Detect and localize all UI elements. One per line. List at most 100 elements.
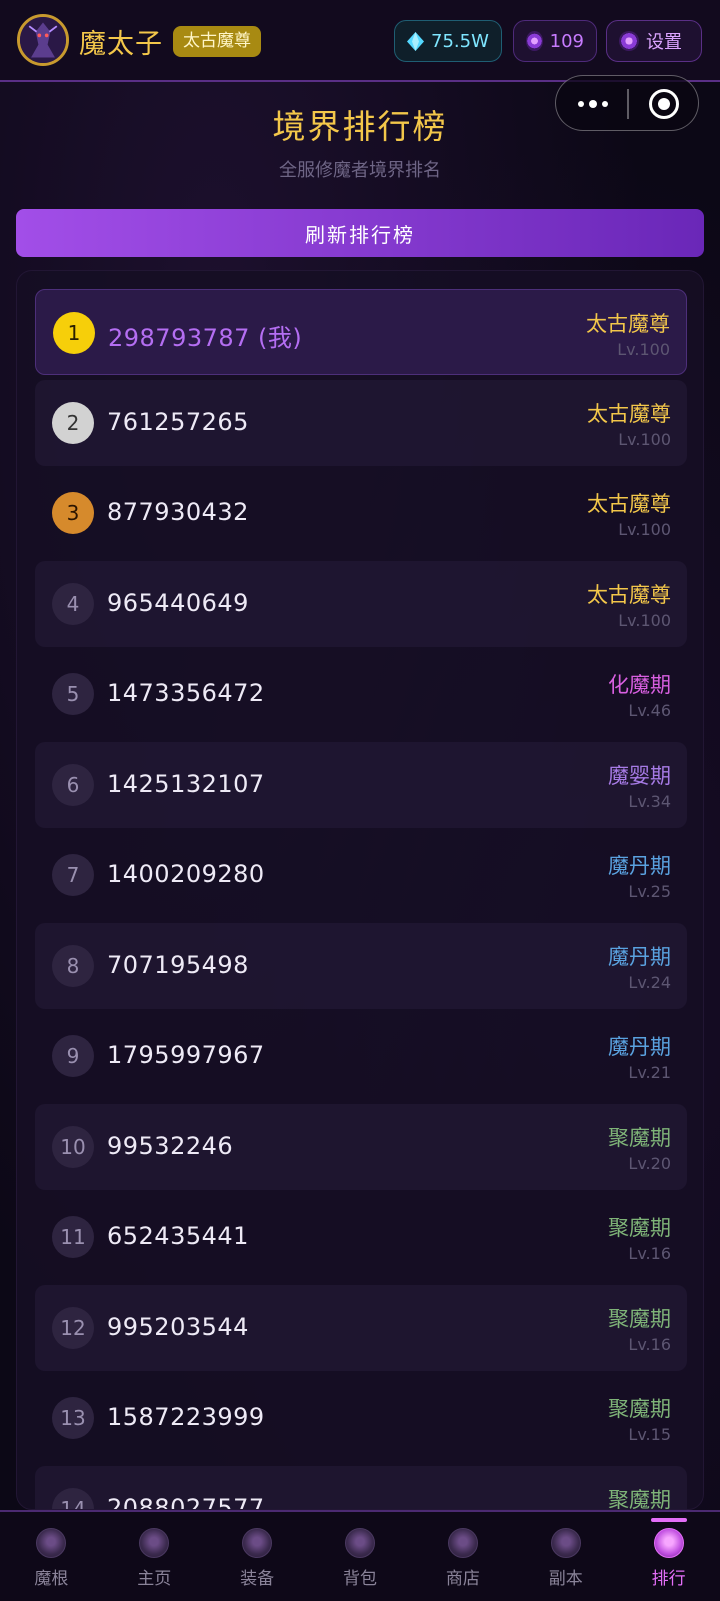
nav-item-equipment[interactable]: 装备 [206, 1512, 309, 1601]
ranking-row[interactable]: 14 2088027577 聚魔期 [35, 1465, 687, 1510]
settings-button[interactable]: 设置 [606, 20, 702, 62]
nav-label: 魔根 [34, 1569, 69, 1589]
ranking-row[interactable]: 3 877930432 太古魔尊 Lv.100 [35, 470, 687, 556]
player-name: 1473356472 [107, 679, 265, 707]
player-level: Lv.100 [618, 520, 671, 539]
avatar[interactable] [17, 14, 69, 66]
player-name: 1795997967 [107, 1041, 265, 1069]
ranking-row[interactable]: 2 761257265 太古魔尊 Lv.100 [35, 379, 687, 466]
player-realm: 聚魔期 [608, 1125, 671, 1150]
rank-badge: 9 [52, 1035, 94, 1077]
page-subtitle: 全服修魔者境界排名 [279, 160, 441, 181]
player-name: 652435441 [107, 1222, 249, 1250]
rank-badge: 1 [53, 312, 95, 354]
dungeon-icon [550, 1528, 581, 1558]
player-level: Lv.100 [618, 610, 671, 630]
shop-icon [447, 1528, 478, 1558]
nav-item-demon-root[interactable]: 魔根 [0, 1512, 103, 1601]
player-realm: 魔丹期 [608, 854, 671, 878]
player-name: 965440649 [107, 588, 249, 617]
rank-badge: 13 [52, 1397, 94, 1439]
rank-badge: 5 [52, 673, 94, 715]
player-realm: 化魔期 [608, 673, 671, 697]
player-name: 2088027577 [107, 1493, 265, 1510]
player-level: Lv.24 [628, 972, 671, 992]
demon-avatar-icon [20, 17, 66, 63]
player-level: Lv.34 [628, 791, 671, 811]
username: 魔太子 [79, 29, 163, 60]
player-realm: 聚魔期 [608, 1487, 671, 1510]
nav-label: 副本 [548, 1569, 583, 1589]
ranking-row[interactable]: 9 1795997967 魔丹期 Lv.21 [35, 1013, 687, 1099]
nav-label: 商店 [445, 1569, 480, 1589]
player-level: Lv.46 [628, 701, 671, 720]
player-realm: 魔婴期 [608, 763, 671, 788]
player-level: Lv.21 [628, 1063, 671, 1082]
nav-item-ranking[interactable]: 排行 [617, 1512, 720, 1601]
ranking-row[interactable]: 13 1587223999 聚魔期 Lv.15 [35, 1375, 687, 1461]
ranking-row[interactable]: 1 298793787 (我) 太古魔尊 Lv.100 [35, 289, 687, 375]
rank-badge: 3 [52, 492, 94, 534]
bottom-nav: 魔根 主页 装备 背包 商店 副本 排行 [0, 1510, 720, 1601]
nav-label: 排行 [651, 1569, 686, 1589]
player-realm: 魔丹期 [608, 1035, 671, 1059]
orbs-counter[interactable]: 109 [513, 20, 597, 62]
ranking-row[interactable]: 7 1400209280 魔丹期 Lv.25 [35, 832, 687, 918]
settings-orb-icon [619, 31, 639, 51]
ranking-row[interactable]: 12 995203544 聚魔期 Lv.16 [35, 1284, 687, 1371]
player-name: 298793787 (我) [108, 324, 303, 352]
ranking-row[interactable]: 11 652435441 聚魔期 Lv.16 [35, 1194, 687, 1280]
player-level: Lv.15 [628, 1425, 671, 1444]
orb-icon [526, 31, 543, 51]
rank-badge: 11 [52, 1216, 94, 1258]
player-name: 99532246 [107, 1131, 234, 1160]
nav-label: 背包 [343, 1569, 377, 1589]
gem-icon [407, 31, 424, 51]
equipment-icon [242, 1528, 273, 1558]
player-realm: 聚魔期 [608, 1216, 671, 1240]
rank-badge: 14 [52, 1487, 94, 1509]
player-name: 1400209280 [107, 860, 265, 888]
player-level: Lv.100 [618, 429, 671, 449]
ranking-row[interactable]: 4 965440649 太古魔尊 Lv.100 [35, 560, 687, 647]
nav-label: 装备 [240, 1569, 275, 1589]
ranking-row[interactable]: 6 1425132107 魔婴期 Lv.34 [35, 741, 687, 828]
player-level: Lv.100 [617, 340, 670, 359]
rank-badge: 8 [52, 944, 94, 987]
player-realm: 太古魔尊 [587, 401, 671, 426]
player-level: Lv.25 [628, 882, 671, 901]
nav-item-backpack[interactable]: 背包 [309, 1512, 412, 1601]
orbs-value: 109 [549, 30, 584, 52]
nav-item-dungeon[interactable]: 副本 [514, 1512, 617, 1601]
rank-badge: 7 [52, 854, 94, 896]
ranking-row[interactable]: 10 99532246 聚魔期 Lv.20 [35, 1103, 687, 1190]
player-realm: 太古魔尊 [587, 582, 671, 607]
player-realm: 聚魔期 [608, 1397, 671, 1421]
ranking-icon [653, 1528, 684, 1558]
gems-counter[interactable]: 75.5W [394, 20, 502, 62]
settings-label: 设置 [646, 32, 682, 53]
ranking-list: 1 298793787 (我) 太古魔尊 Lv.100 2 761257265 太古魔尊 Lv… [35, 289, 687, 1510]
player-name: 761257265 [107, 407, 249, 436]
rank-badge: 10 [52, 1125, 94, 1168]
rank-badge: 2 [52, 401, 94, 444]
page-title: 境界排行榜 [272, 107, 448, 146]
gems-value: 75.5W [431, 30, 489, 52]
ranking-row[interactable]: 5 1473356472 化魔期 Lv.46 [35, 651, 687, 737]
player-name: 1425132107 [107, 769, 265, 798]
ranking-panel: 1 298793787 (我) 太古魔尊 Lv.100 2 761257265 太古魔尊 Lv… [16, 270, 704, 1510]
nav-item-home[interactable]: 主页 [103, 1512, 206, 1601]
nav-label: 主页 [137, 1569, 172, 1589]
refresh-ranking-button[interactable]: 刷新排行榜 [16, 209, 704, 257]
demon-root-icon [36, 1528, 67, 1558]
top-bar: 魔太子 太古魔尊 75.5W 109 设置 [0, 0, 720, 82]
rank-badge: 4 [52, 582, 94, 625]
realm-badge: 太古魔尊 [173, 26, 261, 57]
player-level: Lv.16 [628, 1244, 671, 1263]
home-icon [139, 1528, 170, 1558]
player-level: Lv.20 [628, 1153, 671, 1173]
nav-item-shop[interactable]: 商店 [411, 1512, 514, 1601]
backpack-icon [345, 1528, 375, 1558]
player-realm: 太古魔尊 [586, 312, 670, 336]
ranking-row[interactable]: 8 707195498 魔丹期 Lv.24 [35, 922, 687, 1009]
